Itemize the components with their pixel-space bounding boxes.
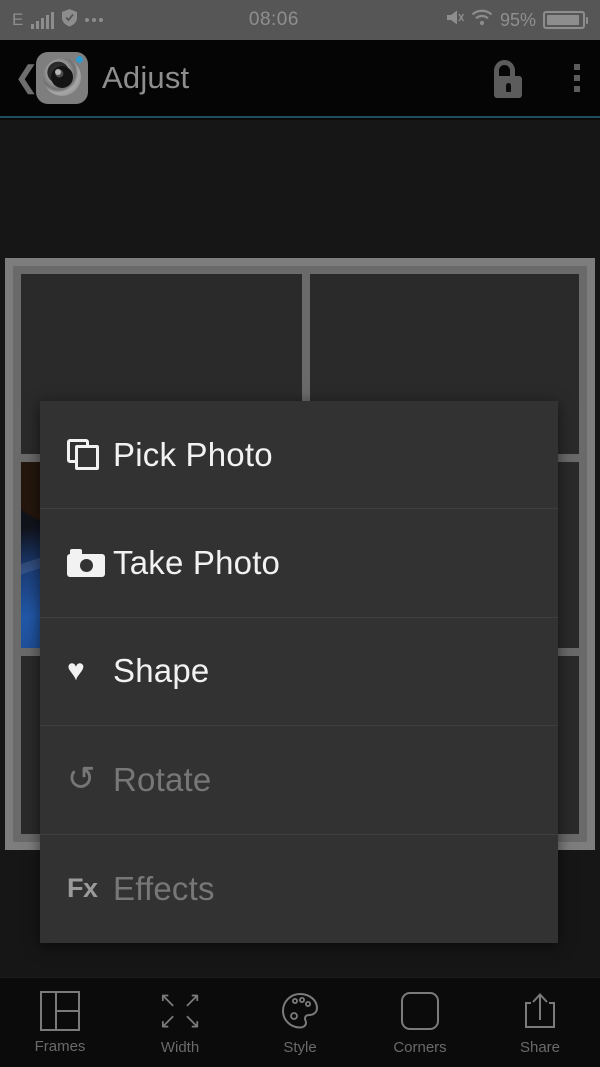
fx-glyph: Fx [67,873,98,904]
tab-frames[interactable]: Frames [0,978,120,1067]
photo-stack-icon [67,438,113,471]
menu-item-label: Effects [113,869,215,907]
more-dots-icon [84,18,103,22]
tab-label: Share [519,1038,561,1056]
tab-width[interactable]: ↖ ↗ ↙ ↘ Width [120,978,240,1067]
status-bar-clock: 08:06 [248,9,299,30]
status-bar-center: 08:06 [103,9,445,31]
tab-label: Width [160,1038,200,1056]
page-title: Adjust [102,60,190,95]
shield-icon [61,8,78,32]
menu-item-rotate: ↺ Rotate [40,726,558,835]
camera-lens-app-icon[interactable] [36,52,88,104]
rotate-glyph: ↺ [67,759,96,798]
arrow-br: ↘ [183,1009,201,1033]
tab-style[interactable]: Style [240,978,360,1067]
arrow-tl: ↖ [159,988,177,1012]
rounded-square-icon [401,991,439,1030]
wifi-icon [471,9,493,31]
menu-item-label: Take Photo [113,544,281,582]
battery-percent-label: 95% [499,9,536,30]
unlock-padlock-icon[interactable] [486,56,530,100]
menu-item-take-photo[interactable]: Take Photo [40,509,558,618]
fx-icon: Fx [67,873,113,904]
network-type-label: E [12,10,24,29]
frames-grid-icon [40,990,80,1031]
tab-label: Corners [393,1038,447,1056]
menu-item-effects: Fx Effects [40,835,558,943]
battery-icon [543,11,588,29]
menu-item-pick-photo[interactable]: Pick Photo [40,401,558,510]
status-bar: E 08:06 95% [0,0,600,40]
heart-glyph: ♥ [67,654,85,688]
back-chevron-icon[interactable]: ❮ [14,63,39,93]
signal-bars-icon [30,11,54,29]
tab-label: Style [283,1038,317,1056]
menu-item-label: Rotate [113,760,212,798]
menu-item-label: Shape [113,652,210,690]
menu-item-label: Pick Photo [113,435,273,473]
context-menu[interactable]: Pick Photo Take Photo ♥ Shape ↺ Rotate F… [40,401,558,943]
rotate-ccw-icon: ↺ [67,759,113,798]
bottom-tab-bar: Frames ↖ ↗ ↙ ↘ Width Style Corners Share [0,977,600,1067]
status-bar-right: 95% [445,9,588,31]
tab-label: Frames [34,1037,86,1055]
camera-icon [67,549,113,578]
overflow-menu-icon[interactable] [568,60,586,96]
phone-screen: E 08:06 95% ❮ Adjust Pick Photo Take Pho… [0,0,600,1067]
mute-icon [445,9,465,31]
heart-icon: ♥ [67,656,113,686]
share-upload-icon [519,990,561,1032]
app-bar: ❮ Adjust [0,40,600,118]
arrow-tr: ↗ [183,988,201,1012]
palette-icon [279,990,321,1032]
menu-item-shape[interactable]: ♥ Shape [40,618,558,727]
status-bar-left: E [12,8,103,32]
tab-share[interactable]: Share [480,978,600,1067]
editor-canvas[interactable]: Pick Photo Take Photo ♥ Shape ↺ Rotate F… [0,120,600,977]
tab-corners[interactable]: Corners [360,978,480,1067]
expand-arrows-icon: ↖ ↗ ↙ ↘ [159,990,201,1032]
arrow-bl: ↙ [159,1009,177,1033]
